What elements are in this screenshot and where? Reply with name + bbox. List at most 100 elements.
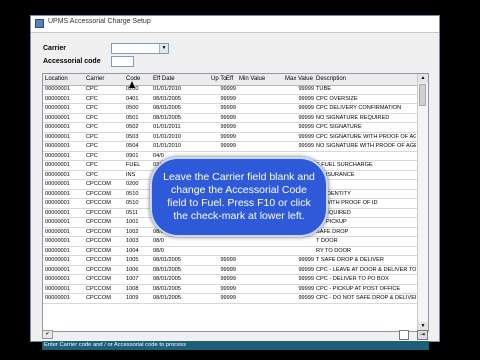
cell-code: 0510 — [126, 200, 139, 206]
table-row[interactable]: 00000001 CPC 0200 01/01/2010 99999 99999 TUBE — [43, 85, 418, 95]
scrollbar-thumb[interactable] — [419, 84, 426, 106]
cell-up-to: 99999 — [220, 124, 236, 130]
cell-code: 0511 — [126, 209, 139, 216]
table-row[interactable]: 00000001 CPC 0401 08/01/2005 99999 99999 CPC O… — [43, 95, 418, 104]
col-eff[interactable]: Eff — [226, 76, 233, 82]
cell-description: S FUEL SURCHARGE — [316, 162, 373, 168]
cell-code: 1009 — [126, 295, 139, 301]
cell-max-value: 99999 — [298, 95, 314, 102]
table-row[interactable]: 00000001 CPC 0503 01/01/2010 99999 99999 CPC S… — [43, 133, 418, 142]
cell-code: 1003 — [126, 238, 139, 244]
cell-carrier: CPCCOM — [86, 209, 111, 216]
cell-carrier: CPCCOM — [86, 200, 111, 206]
cell-carrier: CPC — [86, 143, 98, 149]
title-bar: UPMS Accessorial Charge Setup — [31, 16, 439, 33]
cell-location: 00000001 — [45, 257, 70, 263]
cell-max-value: 99999 — [298, 105, 314, 111]
cell-max-value: 99999 — [298, 124, 314, 130]
cell-location: 00000001 — [45, 162, 70, 168]
exit-icon[interactable]: ⇥ — [417, 330, 428, 340]
status-bar: Enter Carrier code and / or Accessorial … — [42, 341, 429, 350]
cell-description: NO SIGNATURE REQUIRED — [316, 114, 390, 121]
cell-code: 0501 — [126, 114, 139, 121]
cell-max-value: 99999 — [298, 114, 314, 121]
cell-location: 00000001 — [45, 285, 70, 292]
cell-carrier: CPC — [86, 95, 98, 102]
table-row[interactable]: 00000001 CPC 0504 01/01/2010 99999 99999 NO SI… — [43, 142, 418, 152]
cell-description: E REQUIRED — [316, 209, 351, 216]
cell-up-to: 99999 — [220, 266, 236, 273]
cell-eff-date: 08/01/2005 — [153, 105, 181, 111]
cell-carrier: CPCCOM — [86, 276, 111, 282]
cell-description: CPC DELIVERY CONFIRMATION — [316, 105, 402, 111]
cell-description: RY TO DOOR — [316, 247, 352, 254]
table-row[interactable]: 00000001 CPCCOM 1009 08/01/2005 99999 99999 CP… — [43, 294, 418, 304]
cell-carrier: CPCCOM — [86, 228, 111, 235]
cell-carrier: CPC — [86, 133, 98, 140]
cell-location: 00000001 — [45, 238, 70, 244]
cell-carrier: CPC — [86, 114, 98, 121]
cell-description: RE WITH PROOF OF ID — [316, 200, 378, 206]
cell-eff-date: 01/01/2011 — [153, 124, 181, 130]
cell-location: 00000001 — [45, 171, 70, 178]
cell-location: 00000001 — [45, 219, 70, 225]
table-row[interactable]: 00000001 CPCCOM 1003 08/0 T DOOR — [43, 237, 418, 247]
table-row[interactable]: 00000001 CPCCOM 1008 08/01/2005 99999 99999 CP… — [43, 285, 418, 294]
col-eff-date[interactable]: Eff Date — [153, 76, 175, 82]
col-carrier[interactable]: Carrier — [86, 76, 104, 82]
cell-eff-date: 08/01/2005 — [153, 114, 181, 121]
cell-location: 00000001 — [45, 86, 70, 92]
cell-eff-date: 08/0 — [153, 247, 164, 254]
cell-location: 00000001 — [45, 181, 70, 187]
cell-location: 00000001 — [45, 190, 70, 197]
cell-code: 0502 — [126, 124, 139, 130]
col-min-value[interactable]: Min Value — [239, 76, 265, 82]
vertical-scrollbar[interactable]: ▲ ▼ — [417, 74, 428, 331]
table-row[interactable]: 00000001 CPC 0500 08/01/2005 99999 99999 CPC D… — [43, 104, 418, 114]
cell-carrier: CPCCOM — [86, 181, 111, 187]
table-row[interactable]: 00000001 CPCCOM 1005 08/01/2005 99999 99999 T … — [43, 256, 418, 266]
cell-max-value: 99999 — [298, 86, 314, 92]
cell-max-value: 99999 — [298, 257, 314, 263]
cell-description: CPC SIGNATURE WITH PROOF OF AG — [316, 133, 416, 140]
col-up-to[interactable]: Up To — [211, 76, 227, 82]
table-row[interactable]: 00000001 CPCCOM 1007 08/01/2005 99999 99999 CP… — [43, 275, 418, 285]
table-row[interactable]: 00000001 CPCCOM 1006 08/01/2005 99999 99999 CP… — [43, 266, 418, 275]
cell-max-value: 99999 — [298, 143, 314, 149]
cell-code: FUEL — [126, 162, 141, 168]
cell-description: T SAFE DROP & DELIVER — [316, 257, 384, 263]
cell-description: CPC SIGNATURE — [316, 124, 362, 130]
cell-max-value: 99999 — [298, 276, 314, 282]
cell-up-to: 99999 — [220, 133, 236, 140]
cell-carrier: CPC — [86, 171, 98, 178]
carrier-select[interactable]: ▼ — [111, 43, 169, 54]
chevron-down-icon[interactable]: ▼ — [159, 44, 168, 53]
table-row[interactable]: 00000001 CPCCOM 1004 08/0 RY TO DOOR — [43, 247, 418, 256]
cell-location: 00000001 — [45, 114, 70, 121]
arrow-up-icon[interactable]: ▲ — [418, 74, 428, 83]
col-location[interactable]: Location — [45, 76, 68, 82]
cell-up-to: 99999 — [220, 143, 236, 149]
col-description[interactable]: Description — [316, 76, 346, 82]
accessorial-code-input[interactable] — [111, 56, 134, 67]
cell-carrier: CPCCOM — [86, 295, 111, 301]
cell-location: 00000001 — [45, 152, 70, 159]
table-row[interactable]: 00000001 CPC 0502 01/01/2011 99999 99999 CPC S… — [43, 123, 418, 133]
cell-description: TUBE — [316, 86, 331, 92]
document-icon[interactable] — [399, 330, 409, 340]
cell-description: CPC - DO NOT SAFE DROP & DELIVER — [316, 295, 416, 301]
cell-up-to: 99999 — [220, 105, 236, 111]
cell-description: CPC - PICKUP AT POST OFFICE — [316, 285, 401, 292]
cell-carrier: CPCCOM — [86, 238, 111, 244]
cell-carrier: CPCCOM — [86, 190, 111, 197]
cell-up-to: 99999 — [220, 95, 236, 102]
cell-description: NO SIGNATURE WITH PROOF OF AGE — [316, 143, 416, 149]
cell-up-to: 99999 — [220, 86, 236, 92]
cell-code: 0901 — [126, 152, 139, 159]
checkmark-icon[interactable]: ✔ — [42, 330, 53, 339]
cell-location: 00000001 — [45, 266, 70, 273]
col-max-value[interactable]: Max Value — [285, 76, 313, 82]
table-row[interactable]: 00000001 CPC 0501 08/01/2005 99999 99999 NO SI… — [43, 114, 418, 123]
cell-carrier: CPCCOM — [86, 285, 111, 292]
cell-description: T DOOR — [316, 238, 338, 244]
